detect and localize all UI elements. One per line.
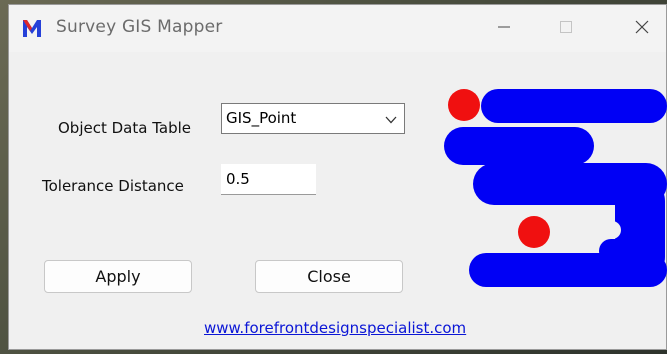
maximize-button[interactable] — [543, 5, 589, 52]
object-data-table-value: GIS_Point — [226, 109, 297, 127]
website-link[interactable]: www.forefrontdesignspecialist.com — [204, 319, 466, 337]
company-s-logo — [437, 85, 667, 290]
title-bar[interactable]: Survey GIS Mapper — [9, 5, 666, 52]
minimize-button[interactable] — [481, 5, 527, 52]
minimize-icon — [496, 19, 512, 39]
tolerance-distance-label: Tolerance Distance — [42, 177, 184, 195]
m-logo-icon — [21, 17, 43, 39]
object-data-table-label: Object Data Table — [58, 119, 191, 137]
window-title: Survey GIS Mapper — [56, 17, 223, 37]
apply-button[interactable]: Apply — [44, 260, 192, 293]
object-data-table-select[interactable]: GIS_Point — [221, 103, 405, 134]
close-icon — [634, 19, 650, 39]
chevron-down-icon — [384, 112, 398, 126]
tolerance-distance-input[interactable] — [221, 164, 316, 195]
close-window-button[interactable] — [619, 5, 665, 52]
close-button[interactable]: Close — [255, 260, 403, 293]
dialog-window: Survey GIS Mapper Object Data Table GIS_… — [8, 4, 667, 350]
maximize-icon — [558, 19, 574, 39]
